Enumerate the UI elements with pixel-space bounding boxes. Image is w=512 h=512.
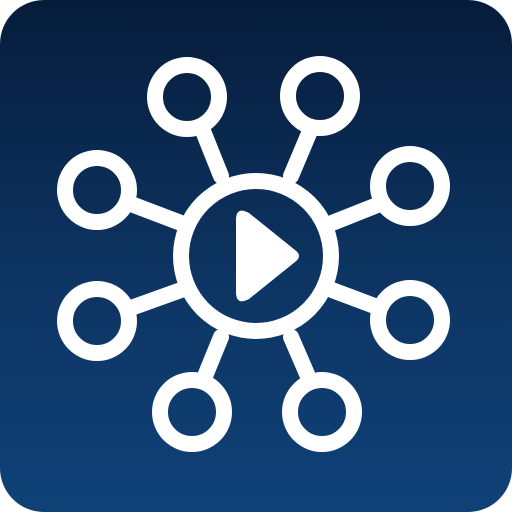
node-left-upper [57, 150, 137, 230]
node-bottom-left [152, 372, 232, 452]
app-icon [0, 0, 512, 512]
connector-line [195, 329, 229, 389]
connector-line [123, 282, 189, 316]
node-top-left [147, 57, 227, 137]
connector-line [283, 329, 318, 389]
connector-line [123, 196, 189, 231]
node-top-right [280, 56, 360, 136]
connector-line [324, 196, 388, 231]
node-left-lower [57, 281, 137, 361]
node-right-upper [370, 146, 450, 226]
connector-line [283, 123, 318, 184]
connector-line [195, 123, 229, 184]
video-network-hub-icon [57, 56, 450, 452]
play-icon [236, 210, 299, 302]
node-right-lower [370, 280, 450, 360]
node-bottom-right [282, 372, 362, 452]
